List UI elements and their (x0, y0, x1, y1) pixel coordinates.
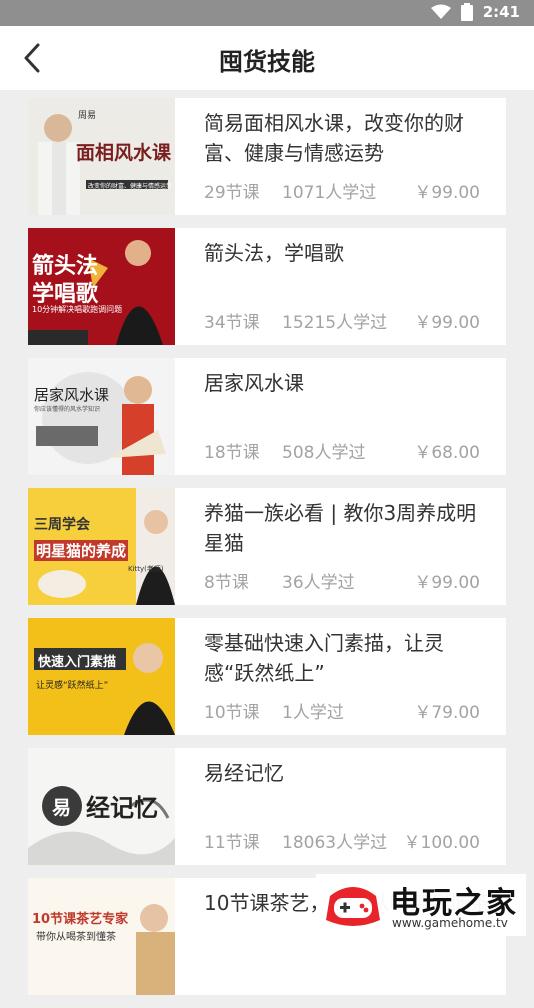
learner-count: 18063人学过 (282, 833, 388, 853)
thumb-heading: 快速入门素描 (38, 655, 117, 670)
course-card[interactable]: 易 经记忆 易经记忆 11节课 18063人学过 ￥100.00 (28, 748, 506, 865)
learner-count: 36人学过 (282, 573, 355, 593)
thumb-caption: 周易 (78, 111, 97, 121)
thumb-caption: 10分钟解决唱歌跑调问题 (32, 305, 123, 314)
course-title: 养猫一族必看 | 教你3周养成明星猫 (204, 501, 477, 555)
course-list: 面相风水课 周易 改变你的财富、健康与情感运势 简易面相风水课，改变你的财富、健… (28, 98, 506, 1008)
learner-count: 1071人学过 (282, 183, 377, 203)
course-title: 易经记忆 (204, 761, 284, 785)
course-card[interactable]: 快速入门素描 让灵感“跃然纸上” 零基础快速入门素描，让灵感“跃然纸上” 10节… (28, 618, 506, 735)
course-card[interactable]: 箭头法 学唱歌 10分钟解决唱歌跑调问题 箭头法，学唱歌 34节课 15215人… (28, 228, 506, 345)
lesson-count: 11节课 (204, 833, 260, 853)
battery-icon (460, 3, 473, 21)
course-thumbnail: 10节课茶艺专家 带你从喝茶到懂茶 (28, 878, 175, 995)
app-bar: 囤货技能 (0, 26, 534, 90)
course-thumbnail: 箭头法 学唱歌 10分钟解决唱歌跑调问题 (28, 228, 175, 345)
course-price: ￥99.00 (414, 183, 480, 203)
gamepad-logo-icon (326, 887, 380, 926)
course-thumbnail: 易 经记忆 (28, 748, 175, 865)
course-price: ￥100.00 (403, 833, 480, 853)
course-price: ￥68.00 (414, 443, 480, 463)
thumb-heading: 三周学会 (34, 517, 90, 533)
thumb-subheading: 改变你的财富、健康与情感运势 (88, 183, 173, 190)
thumb-subheading: 你应该懂得的风水学知识 (34, 406, 101, 413)
thumb-heading: 面相风水课 (76, 142, 172, 164)
course-thumbnail: 三周学会 明星猫的养成 Kitty(老师) (28, 488, 175, 605)
course-card[interactable]: 面相风水课 周易 改变你的财富、健康与情感运势 简易面相风水课，改变你的财富、健… (28, 98, 506, 215)
lesson-count: 29节课 (204, 183, 260, 203)
status-icons: 2:41 (430, 3, 520, 21)
watermark-url: www.gamehome.tv (392, 916, 508, 930)
learner-count: 15215人学过 (282, 313, 388, 333)
course-meta: 18节课 508人学过 ￥68.00 (204, 441, 480, 465)
course-title: 简易面相风水课，改变你的财富、健康与情感运势 (204, 111, 464, 165)
course-thumbnail: 面相风水课 周易 改变你的财富、健康与情感运势 (28, 98, 175, 215)
page-title: 囤货技能 (219, 48, 315, 76)
thumb-heading: 10节课茶艺专家 (32, 912, 129, 927)
watermark: 电玩之家 www.gamehome.tv (316, 874, 526, 936)
course-title: 居家风水课 (204, 371, 304, 395)
thumb-heading: 易 (52, 797, 72, 819)
lesson-count: 34节课 (204, 313, 260, 333)
course-meta: 29节课 1071人学过 ￥99.00 (204, 181, 480, 205)
thumb-caption: Kitty(老师) (128, 565, 164, 573)
thumb-subheading: 让灵感“跃然纸上” (36, 681, 109, 691)
thumb-subheading: 带你从喝茶到懂茶 (36, 932, 116, 943)
learner-count: 1人学过 (282, 703, 344, 723)
thumb-subheading: 明星猫的养成 (34, 540, 129, 561)
status-time: 2:41 (482, 3, 520, 21)
course-meta: 8节课 36人学过 ￥99.00 (204, 571, 480, 595)
lesson-count: 10节课 (204, 703, 260, 723)
course-thumbnail: 居家风水课 你应该懂得的风水学知识 (28, 358, 175, 475)
course-price: ￥79.00 (414, 703, 480, 723)
status-bar: 2:41 (0, 0, 534, 26)
thumb-subheading: 经记忆 (86, 794, 158, 822)
course-meta: 11节课 18063人学过 ￥100.00 (204, 831, 480, 855)
course-title: 箭头法，学唱歌 (204, 241, 344, 265)
course-card[interactable]: 居家风水课 你应该懂得的风水学知识 居家风水课 18节课 508人学过 ￥68.… (28, 358, 506, 475)
lesson-count: 8节课 (204, 573, 249, 593)
learner-count: 508人学过 (282, 443, 366, 463)
course-title: 零基础快速入门素描，让灵感“跃然纸上” (204, 631, 444, 685)
course-meta: 34节课 15215人学过 ￥99.00 (204, 311, 480, 335)
lesson-count: 18节课 (204, 443, 260, 463)
course-thumbnail: 快速入门素描 让灵感“跃然纸上” (28, 618, 175, 735)
thumb-heading: 居家风水课 (34, 386, 110, 404)
course-price: ￥99.00 (414, 573, 480, 593)
course-card[interactable]: 三周学会 明星猫的养成 Kitty(老师) 养猫一族必看 | 教你3周养成明星猫… (28, 488, 506, 605)
course-price: ￥99.00 (414, 313, 480, 333)
wifi-icon (430, 4, 451, 19)
course-meta: 10节课 1人学过 ￥79.00 (204, 701, 480, 725)
